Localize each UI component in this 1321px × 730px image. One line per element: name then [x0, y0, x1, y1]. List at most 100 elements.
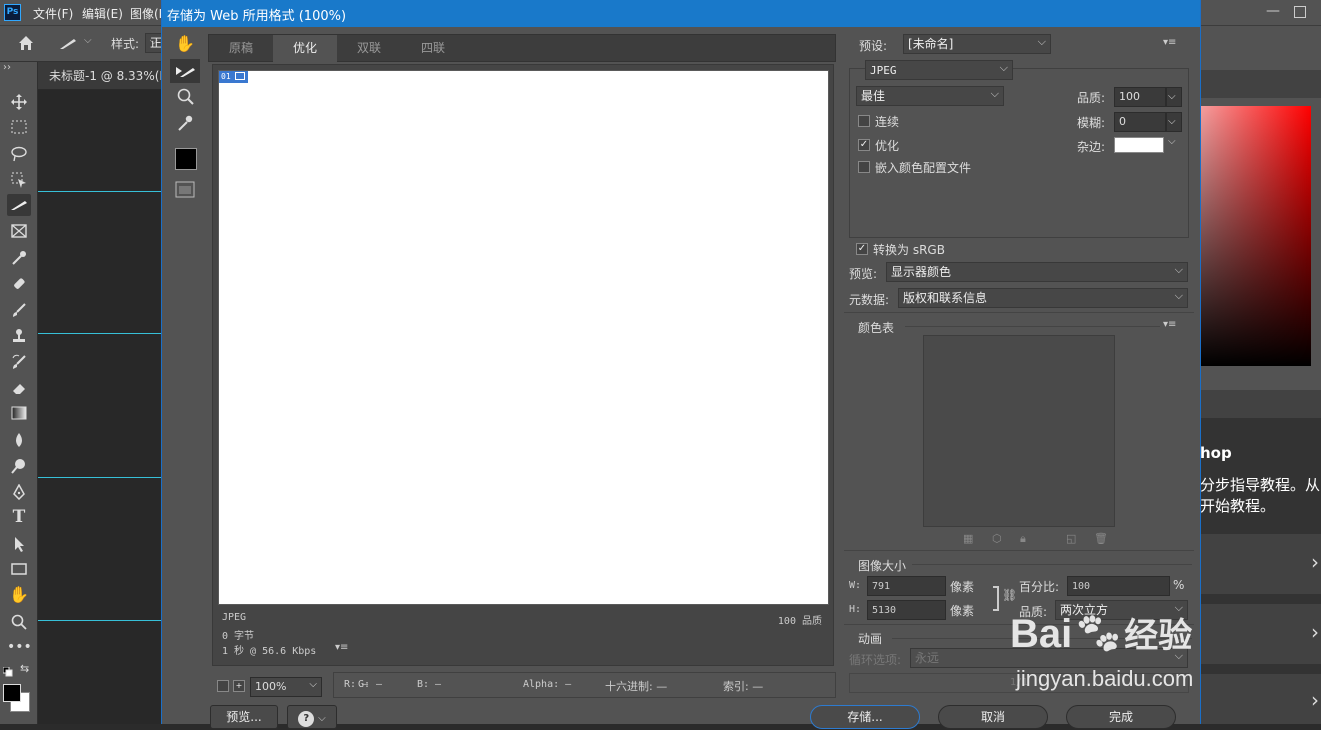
trash-icon[interactable]: 🗑︎ [1094, 532, 1108, 545]
zoom-out-icon[interactable] [217, 680, 229, 692]
progressive-checkbox[interactable] [858, 115, 870, 127]
eyedropper-tool-icon[interactable] [170, 110, 200, 134]
menu-image[interactable]: 图像(I [130, 5, 161, 22]
marquee-tool-icon[interactable] [7, 116, 31, 138]
blur-slider-toggle[interactable]: ⌵ [1166, 112, 1182, 132]
optimized-checkbox[interactable]: ✓ [858, 139, 870, 151]
link-icon[interactable]: ⛓︎ [1002, 588, 1017, 602]
height-input[interactable]: 5130 [867, 600, 946, 620]
tab-optimized[interactable]: 优化 [273, 35, 337, 62]
zoom-value: 100% [255, 680, 287, 693]
eyedropper-tool-icon[interactable] [7, 246, 31, 268]
tutorial-card[interactable]: › [1200, 604, 1321, 664]
color-table[interactable] [923, 335, 1115, 527]
stamp-tool-icon[interactable] [7, 324, 31, 346]
new-color-icon[interactable]: ◱ [1066, 532, 1076, 545]
pen-tool-icon[interactable] [7, 480, 31, 502]
ps-canvas-area [38, 90, 162, 724]
blur-input[interactable]: 0 [1114, 112, 1166, 132]
brush-tool-icon[interactable] [7, 298, 31, 320]
preview-image[interactable] [218, 70, 829, 605]
convert-srgb-checkbox[interactable]: ✓ [856, 243, 868, 255]
zoom-in-icon[interactable]: + [233, 680, 245, 692]
slice-select-tool-icon[interactable] [170, 59, 200, 83]
color-table-menu-icon[interactable]: ▾≡ [1163, 319, 1176, 330]
object-select-tool-icon[interactable] [7, 168, 31, 190]
width-unit: 像素 [950, 580, 975, 594]
optimize-menu-icon[interactable]: ▾≡ [1163, 37, 1176, 48]
preview-color-dropdown[interactable]: 显示器颜色 [886, 261, 1188, 282]
map-transparent-icon[interactable]: ▦ [963, 532, 973, 545]
percent-input[interactable]: 100 [1067, 576, 1170, 596]
toggle-slices-icon[interactable] [170, 178, 200, 202]
quality-level-dropdown[interactable]: 最佳 [856, 85, 1004, 106]
tutorial-card[interactable]: › [1200, 534, 1321, 594]
done-button[interactable]: 完成 [1066, 705, 1176, 729]
metadata-dropdown[interactable]: 版权和联系信息 [898, 287, 1188, 308]
eyedropper-color-swatch[interactable] [175, 148, 197, 170]
menu-file[interactable]: 文件(F) [33, 5, 73, 22]
default-colors-icon[interactable] [2, 666, 13, 677]
eraser-tool-icon[interactable] [7, 376, 31, 398]
quality-input[interactable]: 100 [1114, 87, 1166, 107]
matte-color-swatch[interactable] [1114, 137, 1164, 153]
maximize-icon[interactable] [1294, 6, 1306, 18]
image-size-title: 图像大小 [858, 559, 907, 573]
minimize-icon[interactable]: — [1266, 3, 1280, 19]
history-brush-tool-icon[interactable] [7, 350, 31, 372]
lasso-tool-icon[interactable] [7, 142, 31, 164]
more-tools-icon[interactable]: ••• [7, 636, 32, 658]
zoom-tool-icon[interactable] [170, 84, 200, 108]
embed-profile-checkbox[interactable] [858, 161, 870, 173]
tutorial-card[interactable]: › [1200, 674, 1321, 724]
document-tab[interactable]: 未标题-1 @ 8.33%(RG [38, 62, 162, 90]
swap-colors-icon[interactable]: ⇆ [20, 662, 29, 675]
move-tool-icon[interactable] [7, 90, 31, 112]
preset-dropdown[interactable]: [未命名] [903, 33, 1051, 54]
menu-edit[interactable]: 编辑(E) [82, 5, 123, 22]
slice-select-tool-icon[interactable] [58, 35, 80, 51]
chevron-down-icon[interactable]: ⌵ [84, 35, 92, 46]
zoom-tool-icon[interactable] [7, 610, 31, 632]
web-shift-icon[interactable]: ⬡ [992, 532, 1002, 545]
chevron-down-icon[interactable]: ⌵ [1168, 136, 1176, 147]
healing-brush-tool-icon[interactable] [7, 272, 31, 294]
width-value: 791 [872, 581, 891, 592]
quality-value: 100 [1119, 90, 1140, 103]
hand-tool-icon[interactable]: ✋ [170, 34, 200, 58]
tab-4-up[interactable]: 四联 [401, 35, 465, 62]
preview-button[interactable]: 预览... [210, 705, 278, 729]
slice-tool-icon[interactable] [7, 194, 31, 216]
chevron-down-icon: ⌵ [318, 713, 326, 724]
foreground-color-swatch[interactable] [3, 684, 21, 702]
quality-slider-toggle[interactable]: ⌵ [1166, 87, 1182, 107]
tab-2-up[interactable]: 双联 [337, 35, 401, 62]
blur-tool-icon[interactable] [7, 428, 31, 450]
gradient-tool-icon[interactable] [7, 402, 31, 424]
path-select-tool-icon[interactable] [7, 532, 31, 554]
lock-icon[interactable]: 🔒︎ [1020, 532, 1026, 546]
browser-preview-button[interactable]: ? ⌵ [287, 705, 337, 729]
tab-original[interactable]: 原稿 [209, 35, 273, 62]
metadata-label: 元数据: [849, 293, 890, 307]
dodge-tool-icon[interactable] [7, 454, 31, 476]
download-speed-menu-icon[interactable]: ▾≡ [335, 642, 348, 653]
format-dropdown[interactable]: JPEG [865, 59, 1013, 80]
preview-color-value: 显示器颜色 [891, 265, 952, 279]
percent-value: 100 [1072, 581, 1091, 592]
zoom-level-dropdown[interactable]: 100% ⌵ [250, 677, 322, 697]
frame-tool-icon[interactable] [7, 220, 31, 242]
home-icon[interactable] [17, 34, 35, 52]
save-button[interactable]: 存储... [810, 705, 920, 729]
width-input[interactable]: 791 [867, 576, 946, 596]
pixel-info-bar: R: — G: — B: — Alpha: — 十六进制: — 索引: — [333, 672, 836, 698]
cancel-button[interactable]: 取消 [938, 705, 1048, 729]
collapse-icon[interactable]: ›› [3, 62, 11, 73]
percent-unit: % [1173, 578, 1185, 592]
color-picker-field[interactable] [1200, 106, 1311, 366]
rectangle-tool-icon[interactable] [7, 558, 31, 580]
type-tool-icon[interactable]: T [7, 506, 31, 528]
preview-color-label: 预览: [849, 267, 878, 281]
watermark-brand: Bai🐾︎经验 [1010, 608, 1192, 657]
hand-tool-icon[interactable]: ✋ [7, 584, 31, 606]
